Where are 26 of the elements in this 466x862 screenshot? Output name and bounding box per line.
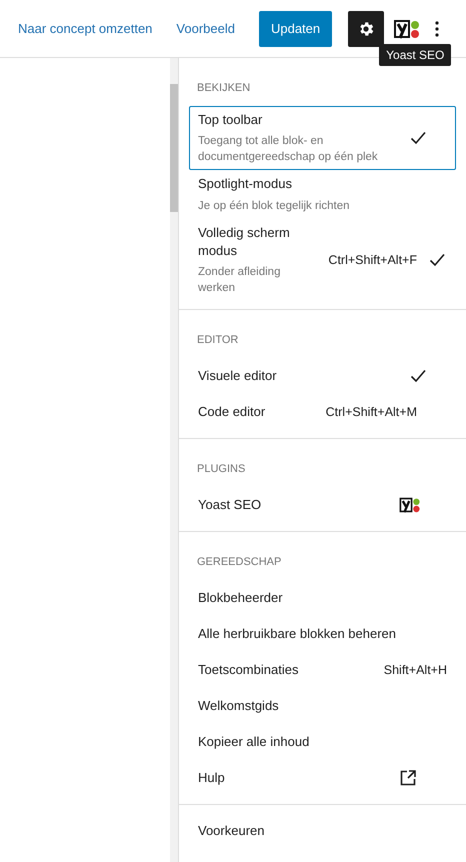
section-heading: EDITOR xyxy=(196,333,240,348)
menu-item[interactable]: Yoast SEO xyxy=(189,487,456,524)
menu-item[interactable]: Welkomstgids xyxy=(189,688,456,724)
settings-button[interactable] xyxy=(348,10,384,46)
yoast-logo-icon xyxy=(398,496,422,514)
menu-item[interactable]: Visuele editor xyxy=(189,358,456,394)
section-heading: PLUGINS xyxy=(196,462,246,478)
menu-item[interactable]: Kopieer alle inhoud xyxy=(189,724,456,760)
header-link[interactable]: Naar concept omzetten xyxy=(18,21,152,36)
menu-item[interactable]: Alle herbruikbare blokken beheren xyxy=(189,616,456,652)
menu-item[interactable]: Spotlight-modus Je op één blok tegelijk richten xyxy=(189,170,456,219)
menu-item[interactable]: Blokbeheerder xyxy=(189,580,456,616)
menu-item[interactable]: Voorkeuren xyxy=(189,813,456,850)
tooltip: Yoast SEO xyxy=(379,44,452,66)
menu-item[interactable]: Toetscombinaties Shift+Alt+H xyxy=(189,652,456,688)
menu-item[interactable]: Hulp xyxy=(189,760,456,796)
menu-item[interactable]: Top toolbar Toegang tot alle blok- en documentgereedschap op één plek xyxy=(189,106,456,170)
update-button[interactable]: Updaten xyxy=(258,10,332,46)
external-link-icon xyxy=(398,768,418,788)
header-link[interactable]: Voorbeeld xyxy=(176,21,235,36)
more-options-icon[interactable] xyxy=(434,20,440,38)
section-heading: GEREEDSCHAP xyxy=(196,555,282,570)
section-heading: BEKIJKEN xyxy=(196,81,252,96)
scrollbar[interactable] xyxy=(170,58,178,862)
menu-item[interactable]: Volledig scherm modus Zonder afleiding werken Ctrl+Shift+Alt+F xyxy=(189,218,456,302)
menu-item[interactable]: Code editor Ctrl+Shift+Alt+M xyxy=(189,394,456,430)
